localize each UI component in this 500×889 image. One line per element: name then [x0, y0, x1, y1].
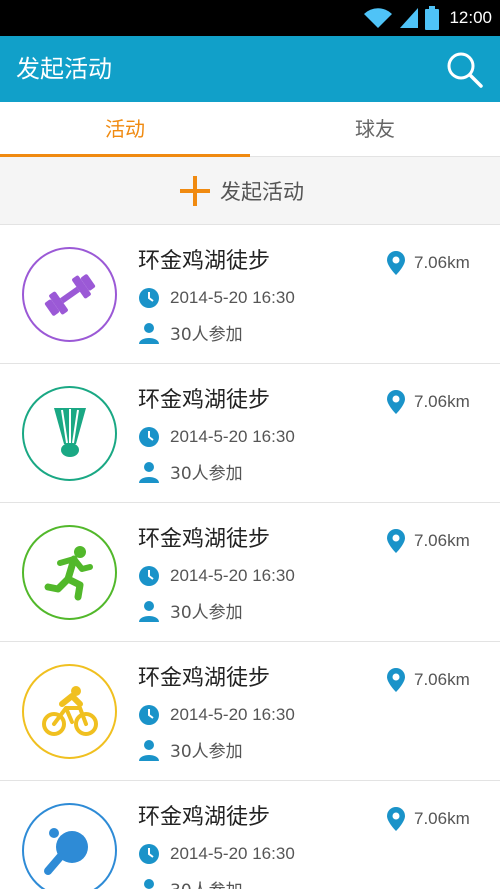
runner-icon: [44, 545, 93, 600]
clock-icon: [139, 566, 159, 586]
activity-icon-circle: [22, 525, 117, 620]
app-bar: 发起活动: [0, 36, 500, 102]
status-bar: 12:00: [0, 0, 500, 36]
clock-icon: [139, 844, 159, 864]
tab-bar: 活动 球友: [0, 102, 500, 157]
location-pin-icon: [387, 251, 405, 275]
signal-icon: [400, 8, 419, 28]
distance-text: 7.06km: [414, 670, 470, 689]
activity-name: 环金鸡湖徒步: [138, 805, 271, 830]
list-item[interactable]: 环金鸡湖徒步 7.06km 2014-5-20 16:30 30人参加: [0, 225, 500, 364]
list-item[interactable]: 环金鸡湖徒步 7.06km 2014-5-20 16:30 30人参加: [0, 642, 500, 781]
plus-icon: [180, 176, 210, 206]
activity-icon-circle: [22, 803, 117, 889]
location-pin-icon: [387, 529, 405, 553]
search-icon[interactable]: [444, 49, 484, 89]
tab-friends[interactable]: 球友: [250, 102, 500, 157]
datetime-text: 2014-5-20 16:30: [170, 288, 295, 307]
battery-icon: [425, 6, 440, 30]
datetime-text: 2014-5-20 16:30: [170, 844, 295, 863]
person-icon: [139, 600, 159, 622]
activity-distance: 7.06km: [386, 668, 470, 692]
status-time: 12:00: [449, 8, 492, 27]
activity-distance: 7.06km: [386, 807, 470, 831]
location-pin-icon: [387, 807, 405, 831]
activity-time: 2014-5-20 16:30: [138, 287, 295, 309]
distance-text: 7.06km: [414, 531, 470, 550]
activity-time: 2014-5-20 16:30: [138, 565, 295, 587]
activity-participants: 30人参加: [138, 737, 243, 762]
activity-distance: 7.06km: [386, 251, 470, 275]
activity-distance: 7.06km: [386, 390, 470, 414]
activity-participants: 30人参加: [138, 320, 243, 345]
tab-activities[interactable]: 活动: [0, 102, 250, 157]
clock-icon: [139, 705, 159, 725]
distance-text: 7.06km: [414, 253, 470, 272]
list-item[interactable]: 环金鸡湖徒步 7.06km 2014-5-20 16:30 30人参加: [0, 503, 500, 642]
ping-pong-icon: [43, 827, 88, 875]
dumbbell-icon: [44, 273, 95, 316]
activity-distance: 7.06km: [386, 529, 470, 553]
person-icon: [139, 322, 159, 344]
wifi-icon: [364, 8, 393, 29]
person-icon: [139, 739, 159, 761]
activity-name: 环金鸡湖徒步: [138, 666, 271, 691]
activity-participants: 30人参加: [138, 876, 243, 889]
activity-time: 2014-5-20 16:30: [138, 704, 295, 726]
activity-list: 环金鸡湖徒步 7.06km 2014-5-20 16:30 30人参加 环金鸡湖…: [0, 225, 500, 889]
activity-icon-circle: [22, 664, 117, 759]
page-title: 发起活动: [16, 55, 112, 83]
activity-time: 2014-5-20 16:30: [138, 426, 295, 448]
clock-icon: [139, 427, 159, 447]
create-activity-label: 发起活动: [220, 180, 304, 204]
create-activity-button[interactable]: 发起活动: [0, 157, 500, 225]
person-icon: [144, 878, 154, 889]
participants-text: 30人参加: [170, 876, 243, 889]
distance-text: 7.06km: [414, 809, 470, 828]
activity-icon-circle: [22, 247, 117, 342]
activity-name: 环金鸡湖徒步: [138, 527, 271, 552]
list-item[interactable]: 环金鸡湖徒步 7.06km 2014-5-20 16:30 30人参加: [0, 364, 500, 503]
cyclist-icon: [41, 685, 98, 736]
distance-text: 7.06km: [414, 392, 470, 411]
participants-text: 30人参加: [170, 742, 243, 762]
activity-name: 环金鸡湖徒步: [138, 249, 271, 274]
participants-text: 30人参加: [170, 603, 243, 623]
datetime-text: 2014-5-20 16:30: [170, 427, 295, 446]
activity-participants: 30人参加: [138, 598, 243, 623]
participants-text: 30人参加: [170, 325, 243, 345]
list-item[interactable]: 环金鸡湖徒步 7.06km 2014-5-20 16:30 30人参加: [0, 781, 500, 889]
person-icon: [139, 461, 159, 483]
datetime-text: 2014-5-20 16:30: [170, 566, 295, 585]
participants-text: 30人参加: [170, 464, 243, 484]
activity-participants: 30人参加: [138, 459, 243, 484]
shuttlecock-icon: [53, 407, 86, 457]
location-pin-icon: [387, 390, 405, 414]
location-pin-icon: [387, 668, 405, 692]
datetime-text: 2014-5-20 16:30: [170, 705, 295, 724]
activity-icon-circle: [22, 386, 117, 481]
activity-name: 环金鸡湖徒步: [138, 388, 271, 413]
activity-time: 2014-5-20 16:30: [138, 843, 295, 865]
clock-icon: [139, 288, 159, 308]
